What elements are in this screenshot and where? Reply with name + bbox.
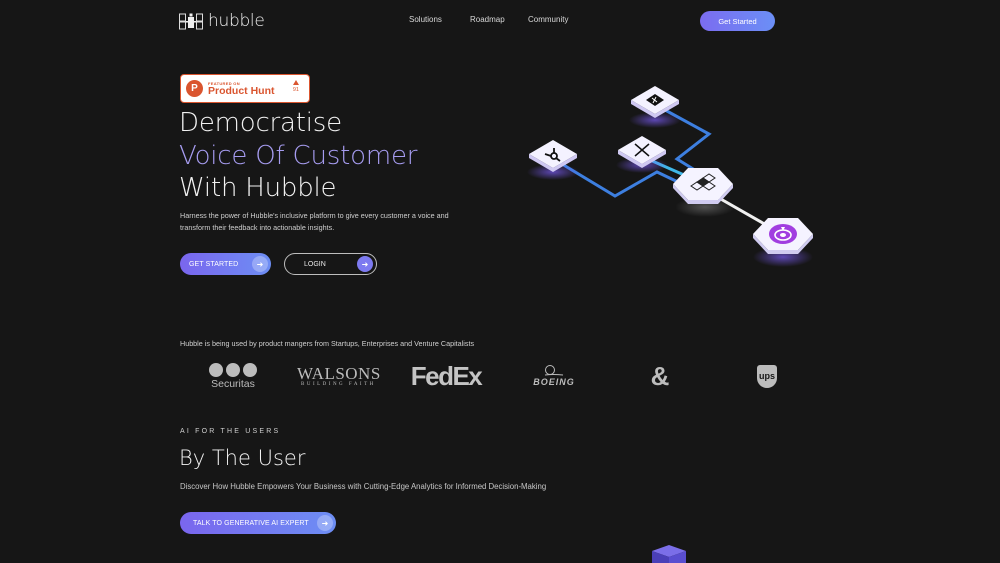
brand-logo[interactable]: hubble <box>179 11 265 31</box>
client-logo-boeing: BOEING <box>524 360 584 392</box>
section-title: By The User <box>179 446 306 470</box>
boeing-label: BOEING <box>533 377 575 387</box>
target-icon <box>769 224 797 244</box>
client-logo-ups: ups <box>754 360 780 392</box>
hero-get-started-button[interactable]: GET STARTED ➜ <box>180 253 271 275</box>
cube-illustration-icon <box>652 545 686 563</box>
hero-login-button[interactable]: LOGIN ➜ <box>284 253 377 275</box>
section-subtitle: Discover How Hubble Empowers Your Busine… <box>180 482 547 491</box>
hero-description: Harness the power of Hubble's inclusive … <box>180 211 449 232</box>
login-label: LOGIN <box>304 260 326 268</box>
walsons-label: WALSONS <box>297 364 381 383</box>
product-hunt-badge[interactable]: P FEATURED ON Product Hunt 91 <box>180 74 310 103</box>
product-hunt-icon: P <box>186 80 203 97</box>
top-navigation: hubble Solutions Roadmap Community Get S… <box>0 0 1000 42</box>
client-logo-walsons: WALSONS BUILDING FAITH <box>297 360 383 392</box>
nav-get-started-button[interactable]: Get Started <box>700 11 775 31</box>
talk-to-ai-expert-button[interactable]: TALK TO GENERATIVE AI EXPERT ➜ <box>180 512 336 534</box>
walsons-tagline: BUILDING FAITH <box>301 382 376 387</box>
hero-title-line-3: With Hubble <box>179 173 337 203</box>
brand-name: hubble <box>208 11 265 31</box>
nav-link-community[interactable]: Community <box>528 15 568 24</box>
client-logo-fedex: FedEx <box>404 360 488 392</box>
securitas-label: Securitas <box>211 377 255 390</box>
hubble-logo-icon <box>179 13 203 29</box>
fedex-label: FedEx <box>410 360 483 391</box>
talk-to-ai-expert-label: TALK TO GENERATIVE AI EXPERT <box>193 519 309 527</box>
arrow-right-icon: ➜ <box>357 256 373 272</box>
ampersand-label: & <box>650 360 670 391</box>
clients-intro: Hubble is being used by product mangers … <box>180 339 475 348</box>
ups-label: ups <box>758 371 775 381</box>
get-started-label: GET STARTED <box>189 260 239 268</box>
hero-title-line-1: Democratise <box>179 108 342 138</box>
client-logo-ampersand: & <box>644 360 676 392</box>
upvote-count: 91 <box>292 87 299 93</box>
boeing-icon <box>544 365 564 376</box>
client-logo-securitas: Securitas <box>205 360 261 392</box>
integration-illustration <box>527 86 813 267</box>
upvote-arrow-icon <box>292 80 299 85</box>
arrow-right-icon: ➜ <box>252 256 268 272</box>
nav-link-roadmap[interactable]: Roadmap <box>470 15 505 24</box>
securitas-dots-icon <box>209 362 257 377</box>
product-hunt-title: Product Hunt <box>208 84 275 97</box>
arrow-right-icon: ➜ <box>317 515 333 531</box>
hero-title-line-2: Voice Of Customer <box>179 141 418 171</box>
ups-shield-icon: ups <box>757 364 777 388</box>
section-eyebrow: AI FOR THE USERS <box>180 428 281 435</box>
nav-link-solutions[interactable]: Solutions <box>409 15 442 24</box>
